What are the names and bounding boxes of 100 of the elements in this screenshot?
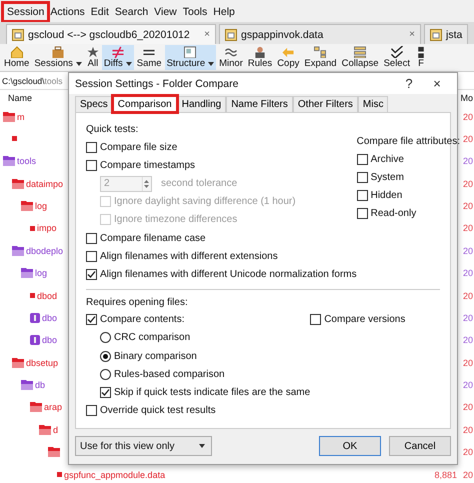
dialog-tab[interactable]: Name Filters bbox=[226, 96, 293, 112]
checkbox[interactable] bbox=[86, 269, 97, 280]
tree-item-label[interactable]: dbodeplo bbox=[26, 246, 64, 256]
date-text: 20 bbox=[462, 156, 473, 166]
document-tab[interactable]: gscloud <--> gscloudb6_20201012 × bbox=[6, 24, 216, 44]
menu-item[interactable]: Help bbox=[210, 4, 238, 20]
caret-icon[interactable] bbox=[208, 62, 214, 66]
tree-item-label[interactable]: m bbox=[17, 112, 24, 122]
date-text: 20 bbox=[462, 223, 473, 234]
field-label: second tolerance bbox=[161, 178, 238, 190]
document-tab[interactable]: jsta bbox=[424, 24, 468, 44]
menu-item[interactable]: Search bbox=[112, 4, 152, 20]
tree-item-label[interactable]: impo bbox=[37, 223, 57, 234]
date-text: 20 bbox=[462, 112, 473, 122]
checkbox[interactable] bbox=[100, 386, 111, 398]
radio-button[interactable] bbox=[100, 350, 111, 362]
tree-item-label[interactable]: d bbox=[53, 424, 58, 435]
date-text: 20 bbox=[462, 358, 473, 368]
caret-icon[interactable] bbox=[76, 62, 82, 66]
column-header[interactable]: Name bbox=[8, 93, 32, 103]
folder-compare-icon bbox=[225, 28, 237, 40]
dialog-tab[interactable]: Handling bbox=[176, 96, 226, 112]
toolbar-button[interactable]: Select bbox=[382, 45, 412, 70]
dialog-button[interactable]: OK bbox=[319, 436, 381, 456]
checkbox[interactable] bbox=[356, 172, 368, 183]
section-heading: Requires opening files: bbox=[86, 296, 189, 310]
caret-icon[interactable] bbox=[126, 62, 132, 66]
toolbar-button[interactable]: Structure bbox=[164, 45, 216, 70]
date-text: 20 bbox=[462, 178, 473, 189]
toolbar-button[interactable]: All bbox=[84, 45, 101, 70]
checkbox[interactable] bbox=[356, 154, 368, 165]
checkbox-label: Ignore daylight saving difference (1 hour) bbox=[114, 196, 296, 208]
tree-item-label[interactable]: dbsetup bbox=[26, 358, 58, 368]
dialog-tab[interactable]: Comparison bbox=[112, 96, 177, 112]
tree-item-label[interactable]: log bbox=[35, 201, 48, 211]
check-icon bbox=[101, 388, 110, 397]
tree-item-label[interactable]: gspfunc_appmodule.data bbox=[64, 470, 166, 480]
tree-item-label[interactable]: dbo bbox=[42, 335, 58, 346]
menu-item[interactable]: Actions bbox=[47, 4, 88, 20]
dialog-button[interactable]: Cancel bbox=[389, 436, 451, 456]
checkbox[interactable] bbox=[356, 190, 368, 202]
menu-item[interactable]: Tools bbox=[180, 4, 210, 20]
checkbox[interactable] bbox=[86, 160, 97, 171]
check-icon bbox=[87, 270, 96, 280]
checkbox[interactable] bbox=[310, 314, 322, 326]
column-header[interactable]: Mo bbox=[460, 93, 473, 103]
toolbar-button[interactable]: Collapse bbox=[340, 45, 381, 70]
toolbar-button[interactable]: Rules bbox=[246, 45, 274, 70]
dialog-tab[interactable]: Specs bbox=[75, 96, 113, 112]
scope-dropdown[interactable]: Use for this view only bbox=[75, 436, 212, 456]
checkbox[interactable] bbox=[86, 232, 97, 244]
checkbox-label: Override quick test results bbox=[100, 405, 216, 416]
date-text: 20 bbox=[462, 246, 473, 256]
double-check-icon bbox=[390, 46, 403, 58]
checkbox[interactable] bbox=[356, 208, 368, 220]
close-icon[interactable]: × bbox=[204, 29, 210, 40]
toolbar-button[interactable]: F bbox=[412, 45, 429, 70]
checkbox-label: Compare contents: bbox=[100, 314, 184, 326]
tree-item-label[interactable]: dataimpo bbox=[26, 178, 64, 189]
folder-compare-icon bbox=[430, 28, 442, 40]
menu-item[interactable]: Session bbox=[4, 4, 48, 20]
toolbar-button[interactable]: Diffs bbox=[102, 45, 134, 70]
toolbar-button[interactable]: Copy bbox=[275, 45, 302, 70]
dialog-tab[interactable]: Other Filters bbox=[292, 96, 358, 112]
radio-button[interactable] bbox=[100, 332, 111, 344]
menu-item[interactable]: Edit bbox=[88, 4, 112, 20]
checkbox[interactable] bbox=[86, 314, 97, 326]
check-icon bbox=[87, 315, 96, 324]
tree-item-label[interactable]: dbo bbox=[42, 312, 58, 323]
checkbox-label: Compare filename case bbox=[100, 232, 206, 244]
radio-button[interactable] bbox=[100, 368, 111, 380]
checkbox-label: System bbox=[370, 172, 404, 183]
dialog-tab[interactable]: Misc bbox=[358, 96, 388, 112]
toolbar-button[interactable]: Sessions bbox=[32, 45, 84, 70]
tree-item-label[interactable]: arap bbox=[44, 402, 62, 412]
checkbox[interactable] bbox=[86, 405, 97, 416]
briefcase-icon bbox=[52, 46, 64, 58]
radio-label: Rules-based comparison bbox=[114, 368, 225, 380]
checkbox[interactable] bbox=[86, 142, 97, 153]
close-button[interactable]: × bbox=[423, 75, 451, 92]
close-icon[interactable]: × bbox=[409, 29, 415, 40]
checkbox[interactable] bbox=[86, 250, 97, 262]
toolbar-button[interactable]: Expand bbox=[302, 45, 339, 70]
tree-item-label[interactable]: db bbox=[35, 380, 46, 390]
tree-item-label[interactable]: log bbox=[35, 268, 48, 278]
date-text: 20 bbox=[462, 380, 473, 390]
section-heading: Compare file attributes: bbox=[356, 135, 460, 150]
help-button[interactable]: ? bbox=[395, 75, 423, 92]
date-text: 20 bbox=[462, 268, 473, 278]
menu-item[interactable]: View bbox=[151, 4, 180, 20]
tree-item-label[interactable]: tools bbox=[17, 156, 36, 166]
toolbar-button[interactable]: Minor bbox=[217, 45, 245, 70]
toolbar-button[interactable]: Home bbox=[2, 45, 32, 70]
checkbox-label: Read-only bbox=[370, 208, 416, 220]
home-icon bbox=[10, 46, 23, 58]
document-tab[interactable]: gspappinvok.data × bbox=[219, 24, 421, 44]
tree-item-label[interactable]: dbod bbox=[37, 290, 58, 300]
checkbox-label: Skip if quick tests indicate files are the same bbox=[114, 386, 310, 398]
date-text: 20 bbox=[462, 470, 473, 480]
toolbar-button[interactable]: Same bbox=[134, 45, 164, 70]
